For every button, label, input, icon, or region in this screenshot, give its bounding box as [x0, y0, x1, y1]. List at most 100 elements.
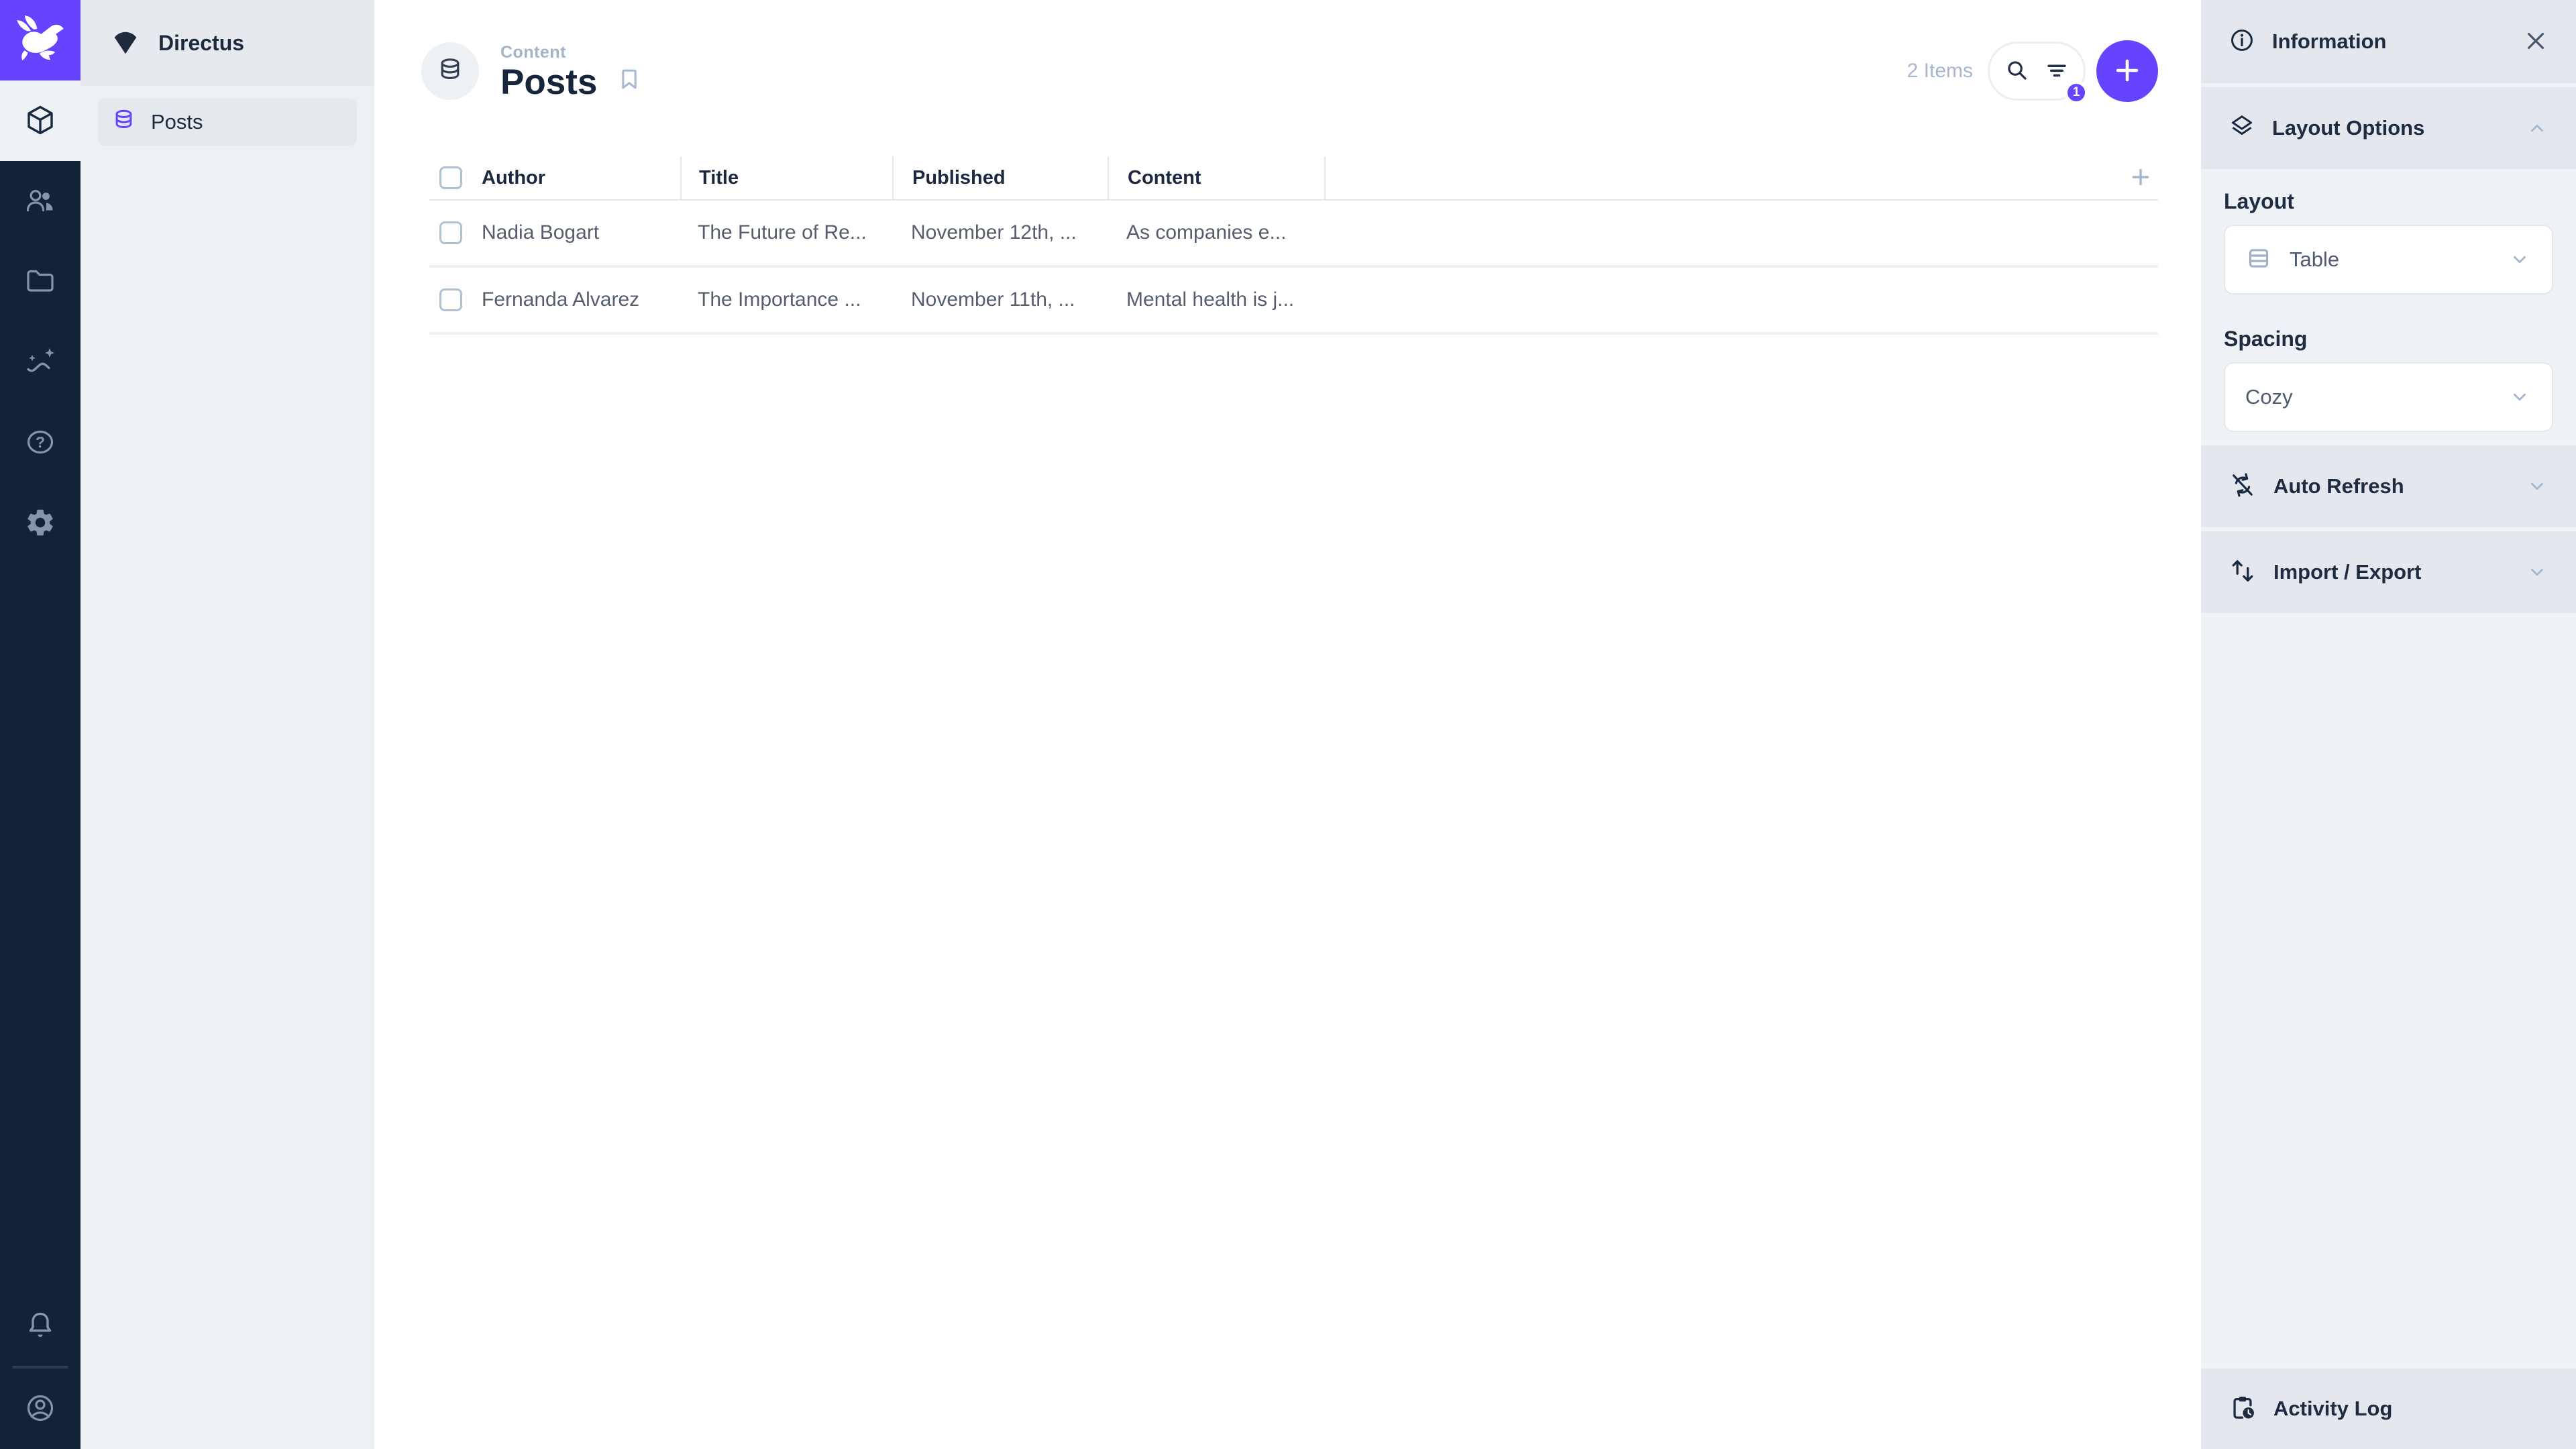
column-header-published[interactable]: Published: [892, 156, 1108, 199]
plus-icon: [2111, 54, 2143, 89]
clipboard-clock-icon: [2228, 1393, 2257, 1426]
chevron-down-icon: [2508, 248, 2532, 272]
section-title: Layout Options: [2272, 116, 2425, 140]
row-checkbox[interactable]: [439, 288, 462, 311]
section-title: Auto Refresh: [2273, 474, 2404, 498]
column-header-author[interactable]: Author: [482, 156, 680, 199]
chevron-down-icon: [2525, 474, 2549, 498]
cell-filler: [1324, 201, 2158, 265]
info-icon: [2228, 26, 2256, 58]
notifications-button[interactable]: [0, 1285, 80, 1366]
column-header-content[interactable]: Content: [1108, 156, 1324, 199]
folder-icon: [24, 265, 56, 299]
collection-icon-button[interactable]: [421, 42, 479, 100]
column-header-filler: [1324, 156, 2123, 199]
rabbit-logo-icon: [15, 15, 65, 66]
filter-count-badge: 1: [2064, 80, 2088, 105]
cell-title: The Importance ...: [698, 288, 861, 311]
activity-log-label: Activity Log: [2273, 1397, 2393, 1420]
project-chooser[interactable]: Directus: [80, 0, 374, 86]
cell-published: November 12th, ...: [911, 221, 1077, 244]
sidebar-title: Information: [2272, 30, 2387, 53]
section-title: Import / Export: [2273, 560, 2422, 584]
box-icon: [24, 104, 56, 138]
cell-content: As companies e...: [1126, 221, 1287, 244]
section-auto-refresh[interactable]: Auto Refresh: [2201, 445, 2576, 527]
select-all-cell: [429, 156, 482, 199]
info-sidebar: Information Layout Options Layout Table …: [2201, 0, 2576, 1449]
module-bar-spacer: [0, 564, 80, 1285]
module-bar: ?: [0, 0, 80, 1449]
bookmark-icon: [616, 66, 643, 95]
posts-table: Author Title Published Content Nadia Bog…: [429, 156, 2158, 335]
spacing-select-value: Cozy: [2245, 385, 2293, 409]
close-sidebar-button[interactable]: [2522, 28, 2549, 56]
sidebar-empty-area: [2201, 617, 2576, 1364]
database-icon: [111, 108, 136, 136]
row-checkbox-cell: [429, 268, 482, 332]
select-all-checkbox[interactable]: [439, 166, 462, 189]
module-settings-button[interactable]: [0, 483, 80, 564]
sync-disabled-icon: [2228, 470, 2257, 503]
bookmark-button[interactable]: [616, 66, 643, 95]
help-icon: ?: [24, 426, 56, 460]
search-filter-pill: 1: [1988, 42, 2088, 105]
users-icon: [24, 184, 56, 219]
insights-icon: [24, 345, 56, 380]
section-layout-options[interactable]: Layout Options: [2201, 87, 2576, 169]
close-icon: [2522, 28, 2549, 56]
chevron-down-icon: [2508, 385, 2532, 409]
column-header-title[interactable]: Title: [680, 156, 892, 199]
module-user-directory-button[interactable]: [0, 161, 80, 241]
module-insights-button[interactable]: [0, 322, 80, 402]
cell-title: The Future of Re...: [698, 221, 867, 244]
create-item-button[interactable]: [2096, 40, 2158, 102]
cell-published: November 11th, ...: [911, 288, 1075, 311]
activity-log-button[interactable]: Activity Log: [2201, 1368, 2576, 1449]
chevron-up-icon: [2525, 116, 2549, 140]
search-icon: [2004, 57, 2031, 86]
account-button[interactable]: [0, 1368, 80, 1449]
spacing-field-label: Spacing: [2224, 327, 2308, 351]
table-header-row: Author Title Published Content: [429, 156, 2158, 201]
layout-select[interactable]: Table: [2224, 225, 2553, 294]
sidebar-header: Information: [2201, 0, 2576, 83]
module-content-button[interactable]: [0, 80, 80, 161]
cell-filler: [1324, 268, 2158, 332]
layers-icon: [2228, 113, 2256, 144]
add-column-button[interactable]: [2123, 156, 2158, 199]
layout-select-value: Table: [2290, 248, 2340, 271]
directus-logo-button[interactable]: [0, 0, 80, 80]
spacing-select[interactable]: Cozy: [2224, 362, 2553, 432]
gear-icon: [24, 506, 56, 541]
section-import-export[interactable]: Import / Export: [2201, 531, 2576, 613]
project-name: Directus: [158, 30, 245, 55]
plus-icon: [2127, 163, 2155, 193]
table-row[interactable]: Fernanda Alvarez The Importance ... Nove…: [429, 268, 2158, 335]
bell-icon: [24, 1309, 56, 1343]
cell-author: Fernanda Alvarez: [482, 288, 640, 311]
breadcrumb[interactable]: Content: [500, 43, 597, 62]
layout-field-label: Layout: [2224, 189, 2294, 213]
nav-item-posts[interactable]: Posts: [98, 99, 357, 146]
row-checkbox-cell: [429, 201, 482, 265]
title-block: Content Posts: [500, 43, 597, 100]
database-icon: [436, 56, 464, 87]
page-header: Content Posts 2 Items 1: [421, 40, 2158, 105]
row-checkbox[interactable]: [439, 221, 462, 244]
module-help-button[interactable]: ?: [0, 402, 80, 483]
navigation-sidebar: Directus Posts: [80, 0, 374, 1449]
cell-content: Mental health is j...: [1126, 288, 1295, 311]
fan-icon: [110, 26, 141, 60]
swap-vertical-icon: [2228, 556, 2257, 589]
items-count: 2 Items: [1907, 60, 1973, 82]
page-title: Posts: [500, 62, 598, 102]
table-row[interactable]: Nadia Bogart The Future of Re... Novembe…: [429, 201, 2158, 268]
collections-list: Posts: [80, 86, 374, 158]
search-button[interactable]: [2004, 57, 2031, 86]
filter-button[interactable]: [2044, 58, 2070, 85]
module-file-library-button[interactable]: [0, 241, 80, 322]
directus-app: ? Directus Posts Content Posts 2 Items 1…: [0, 0, 2576, 1449]
cell-author: Nadia Bogart: [482, 221, 600, 244]
layout-options-panel: Layout Table Spacing Cozy: [2201, 173, 2576, 441]
